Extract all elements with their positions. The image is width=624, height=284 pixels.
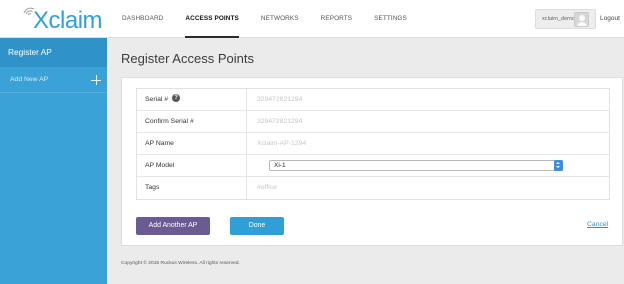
sidebar-item-register-ap[interactable]: Register AP xyxy=(0,38,107,67)
user-name: xclaim_demo xyxy=(542,16,575,22)
tags-input[interactable]: #office xyxy=(257,177,277,199)
nav-reports[interactable]: REPORTS xyxy=(321,0,352,38)
ap-name-input[interactable]: Xclaim-AP-1294 xyxy=(257,133,306,154)
avatar-icon xyxy=(574,12,589,27)
form-row-ap-model: AP Model Xi-1 xyxy=(137,155,609,177)
tags-label: Tags xyxy=(137,177,247,199)
ap-model-value: Xi-1 xyxy=(274,162,286,169)
main-nav: DASHBOARD ACCESS POINTS NETWORKS REPORTS… xyxy=(122,0,429,38)
nav-access-points[interactable]: ACCESS POINTS xyxy=(185,0,239,38)
nav-networks[interactable]: NETWORKS xyxy=(261,0,299,38)
add-another-ap-button[interactable]: Add Another AP xyxy=(136,217,210,235)
register-form: Serial #? 329472821294 Confirm Serial # … xyxy=(136,88,610,200)
ap-model-label: AP Model xyxy=(137,155,247,176)
serial-label: Serial #? xyxy=(137,89,247,110)
nav-settings[interactable]: SETTINGS xyxy=(374,0,407,38)
cancel-link[interactable]: Cancel xyxy=(587,221,608,228)
user-menu[interactable]: xclaim_demo xyxy=(535,9,596,29)
done-button[interactable]: Done xyxy=(230,217,284,235)
add-new-ap-label: Add New AP xyxy=(10,76,49,83)
confirm-serial-input[interactable]: 329472821294 xyxy=(257,111,302,132)
plus-icon[interactable] xyxy=(91,75,101,85)
ap-name-label: AP Name xyxy=(137,133,247,154)
nav-dashboard[interactable]: DASHBOARD xyxy=(122,0,163,38)
xclaim-logo[interactable]: Xclaim xyxy=(22,6,118,34)
confirm-serial-label: Confirm Serial # xyxy=(137,111,247,132)
logo-text: Xclaim xyxy=(33,7,103,34)
register-card: Serial #? 329472821294 Confirm Serial # … xyxy=(121,77,623,246)
footer-copyright: Copyright © 2015 Ruckus Wireless. All ri… xyxy=(121,261,240,266)
help-icon[interactable]: ? xyxy=(172,94,181,103)
sidebar-title: Register AP xyxy=(8,47,52,57)
serial-input[interactable]: 329472821294 xyxy=(257,89,302,110)
top-header: Xclaim DASHBOARD ACCESS POINTS NETWORKS … xyxy=(0,0,624,38)
logout-link[interactable]: Logout xyxy=(600,15,620,22)
page-title: Register Access Points xyxy=(121,51,254,66)
sidebar: Register AP Add New AP xyxy=(0,38,107,284)
form-row-serial: Serial #? 329472821294 xyxy=(137,89,609,111)
sidebar-item-add-new-ap[interactable]: Add New AP xyxy=(0,67,107,93)
serial-label-text: Serial # xyxy=(145,96,169,103)
ap-model-select[interactable]: Xi-1 xyxy=(269,160,563,171)
form-row-tags: Tags #office xyxy=(137,177,609,199)
select-arrows-icon[interactable] xyxy=(554,160,563,171)
form-row-ap-name: AP Name Xclaim-AP-1294 xyxy=(137,133,609,155)
form-row-confirm-serial: Confirm Serial # 329472821294 xyxy=(137,111,609,133)
